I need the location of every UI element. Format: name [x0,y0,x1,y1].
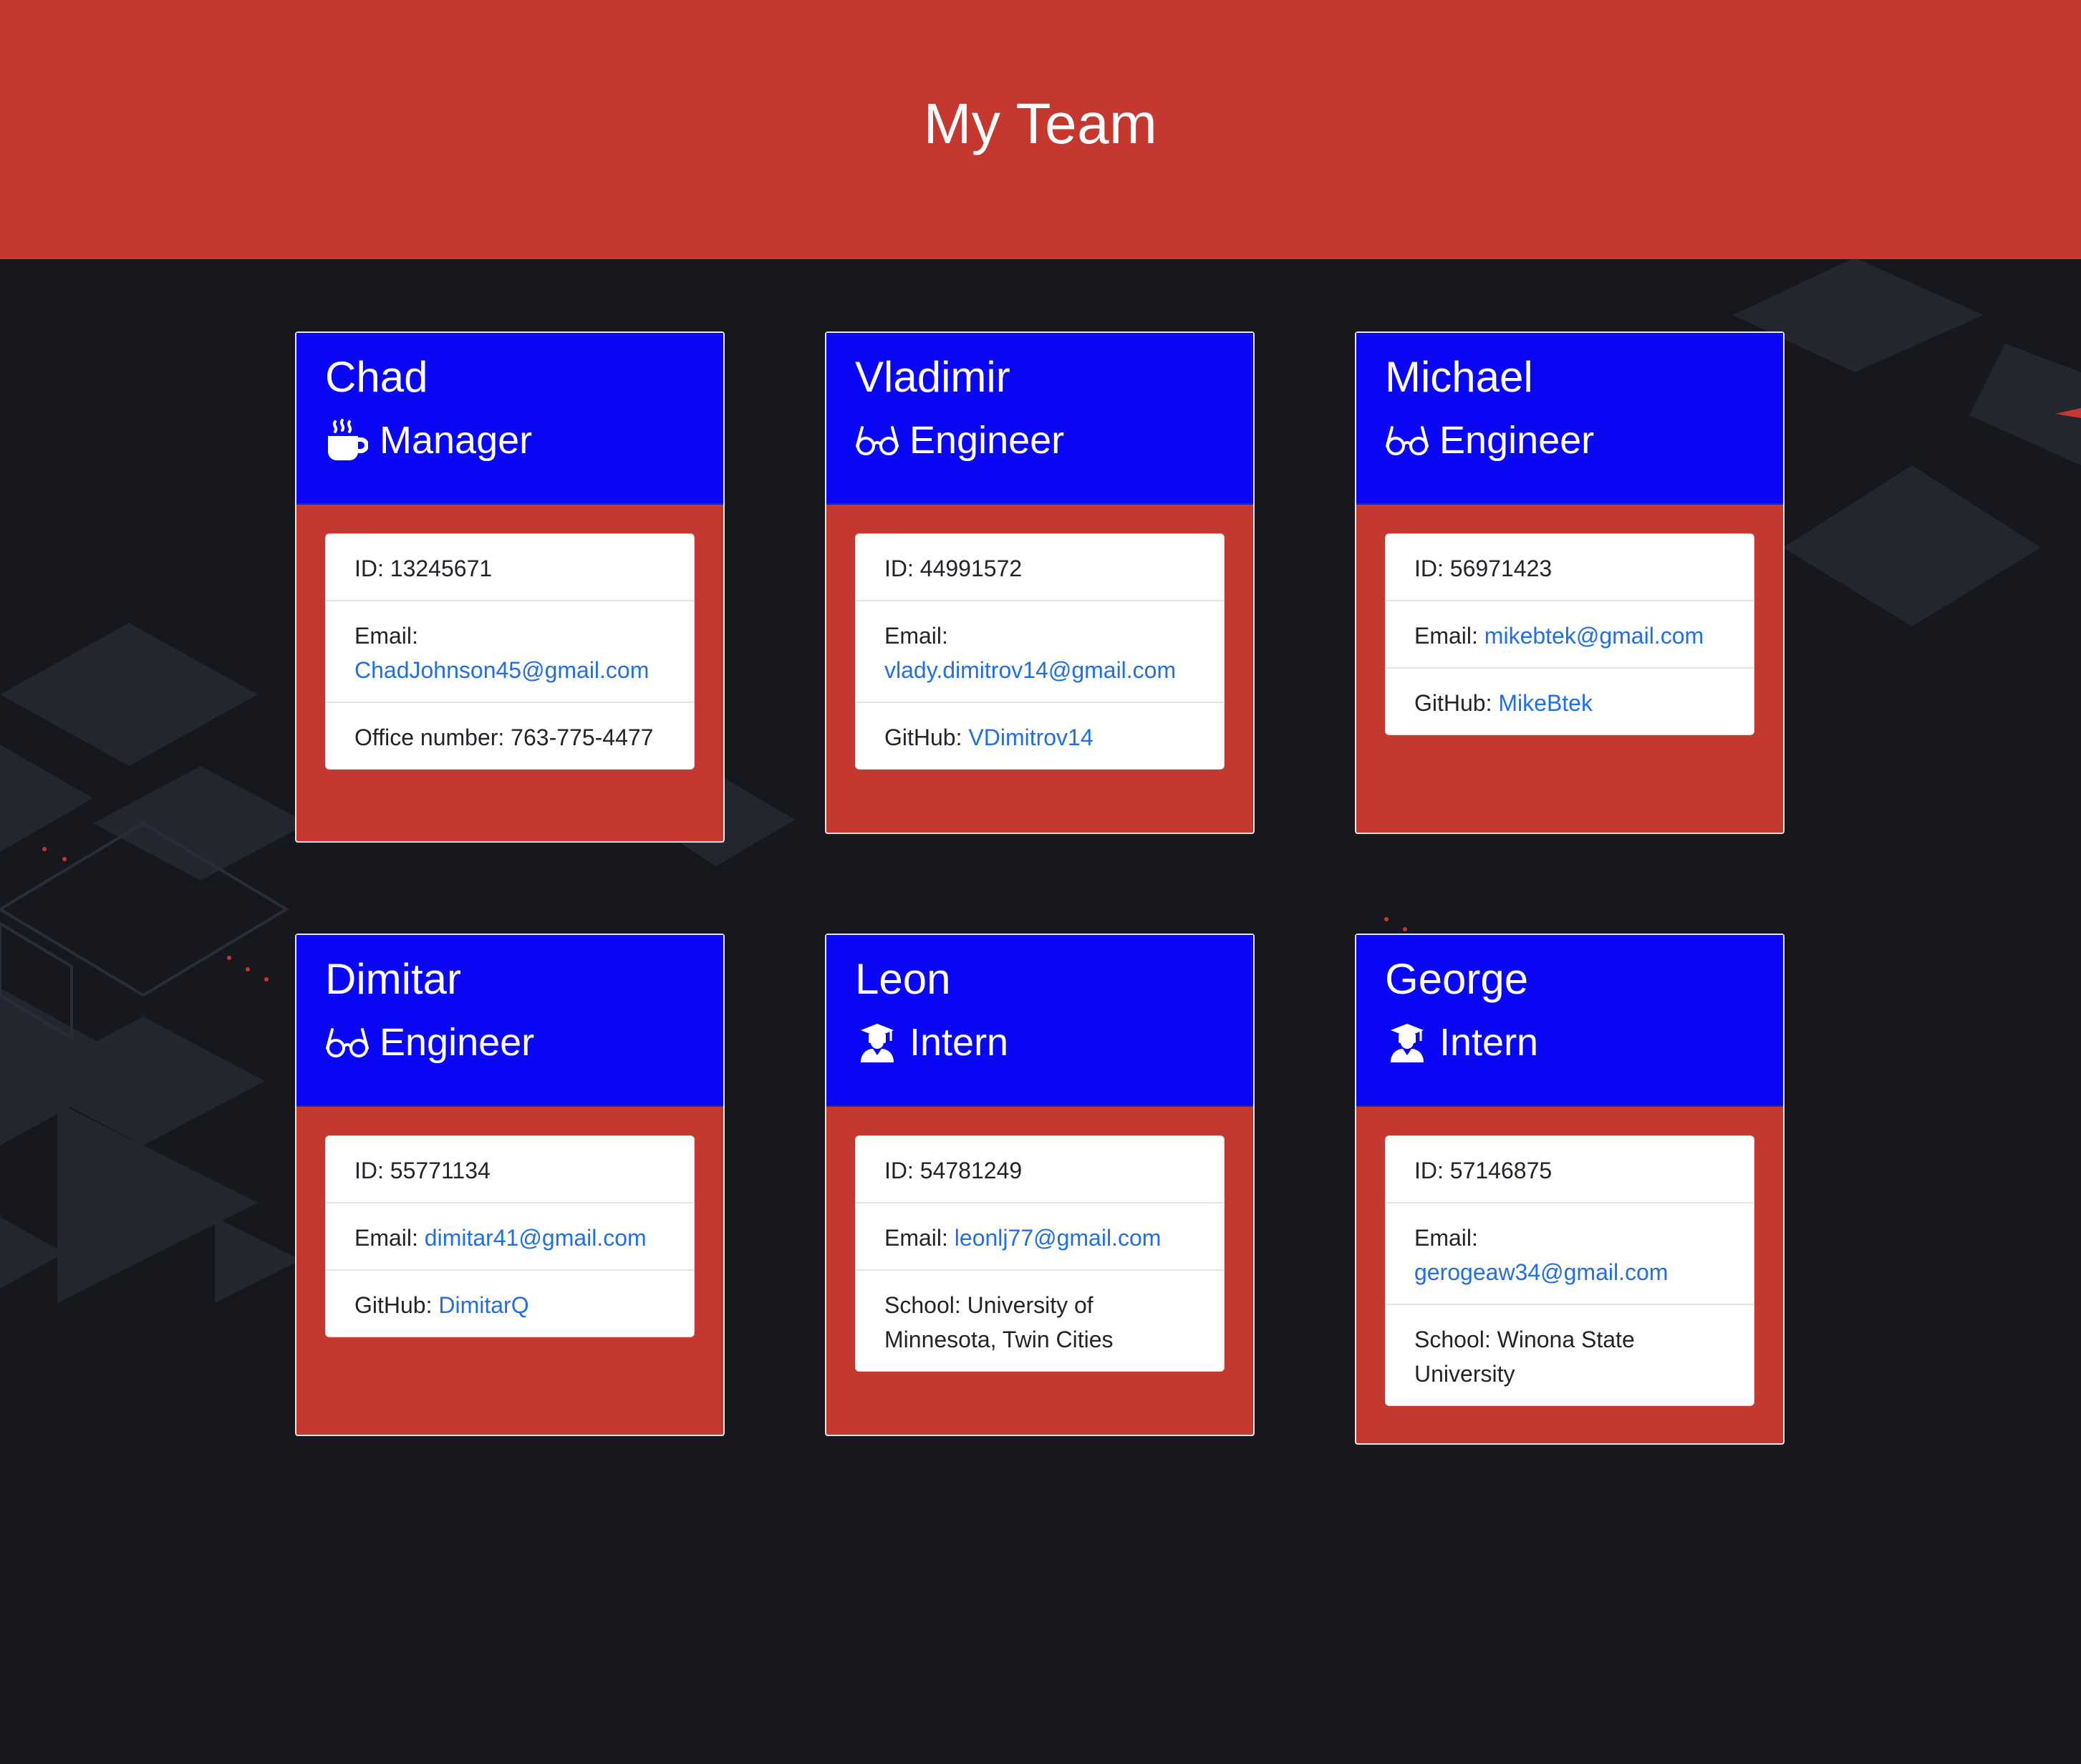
employee-card-intern: Leon Intern ID: 54781249 Email: leonlj77… [825,934,1255,1436]
employee-role: Intern [1385,1019,1783,1065]
card-header: George Intern [1356,935,1783,1107]
glasses-icon [325,1022,370,1062]
employee-name: Vladimir [855,353,1010,401]
employee-role: Engineer [855,417,1253,463]
github-label: GitHub: [354,1292,439,1318]
email-label: Email: [1414,1225,1478,1251]
employee-name: George [1385,955,1529,1003]
role-label: Manager [380,419,533,462]
employee-school: School: Winona State University [1386,1304,1754,1405]
employee-card-manager: Chad Manager ID: 13245671 Email: ChadJoh… [295,331,725,843]
graduate-icon [1385,1022,1429,1062]
email-label: Email: [884,1225,955,1251]
employee-name: Dimitar [325,955,461,1003]
github-link[interactable]: VDimitrov14 [968,724,1093,750]
email-link[interactable]: gerogeaw34@gmail.com [1414,1259,1668,1285]
employee-email: Email: vlady.dimitrov14@gmail.com [856,600,1224,702]
background-decoration [0,258,2081,1303]
card-header: Vladimir Engineer [826,333,1253,505]
employee-id: ID: 56971423 [1414,556,1553,581]
role-label: Intern [909,1021,1009,1064]
graduate-icon [855,1022,899,1062]
email-link[interactable]: dimitar41@gmail.com [425,1225,647,1251]
email-label: Email: [1414,623,1484,649]
github-label: GitHub: [884,724,969,750]
employee-card-engineer: Vladimir Engineer ID: 44991572 Email: vl… [825,331,1255,834]
github-link[interactable]: MikeBtek [1498,690,1593,716]
email-link[interactable]: vlady.dimitrov14@gmail.com [884,657,1176,683]
email-link[interactable]: leonlj77@gmail.com [955,1225,1162,1251]
card-header: Chad Manager [296,333,723,505]
info-list: ID: 56971423 Email: mikebtek@gmail.com G… [1385,533,1754,735]
page-header: My Team [0,0,2081,259]
employee-id: ID: 57146875 [1414,1158,1553,1183]
employee-id: ID: 54781249 [884,1158,1023,1183]
employee-email: Email: leonlj77@gmail.com [856,1202,1224,1269]
info-list: ID: 54781249 Email: leonlj77@gmail.com S… [855,1135,1225,1372]
employee-github: GitHub: VDimitrov14 [856,702,1224,769]
employee-email: Email: ChadJohnson45@gmail.com [326,600,694,702]
employee-card-engineer: Michael Engineer ID: 56971423 Email: mik… [1355,331,1785,834]
employee-github: GitHub: DimitarQ [326,1269,694,1337]
role-label: Engineer [380,1021,535,1064]
employee-school: School: University of Minnesota, Twin Ci… [856,1269,1224,1371]
info-list: ID: 13245671 Email: ChadJohnson45@gmail.… [325,533,695,770]
employee-role: Intern [855,1019,1253,1065]
email-label: Email: [354,1225,425,1251]
email-label: Email: [354,623,418,649]
info-list: ID: 57146875 Email: gerogeaw34@gmail.com… [1385,1135,1754,1406]
glasses-icon [855,420,899,460]
role-label: Engineer [1439,419,1595,462]
employee-card-intern: George Intern ID: 57146875 Email: geroge… [1355,934,1785,1445]
email-link[interactable]: ChadJohnson45@gmail.com [354,657,649,683]
card-header: Leon Intern [826,935,1253,1107]
role-label: Engineer [909,419,1065,462]
employee-role: Manager [325,417,723,463]
card-header: Michael Engineer [1356,333,1783,505]
employee-id: ID: 13245671 [354,556,493,581]
employee-email: Email: gerogeaw34@gmail.com [1386,1202,1754,1304]
employee-github: GitHub: MikeBtek [1386,667,1754,735]
glasses-icon [1385,420,1429,460]
employee-id: ID: 55771134 [354,1158,491,1183]
info-list: ID: 44991572 Email: vlady.dimitrov14@gma… [855,533,1225,770]
employee-role: Engineer [325,1019,723,1065]
office-number: Office number: 763-775-4477 [326,702,694,769]
employee-role: Engineer [1385,417,1783,463]
info-list: ID: 55771134 Email: dimitar41@gmail.com … [325,1135,695,1337]
card-header: Dimitar Engineer [296,935,723,1107]
employee-name: Chad [325,353,428,401]
employee-email: Email: dimitar41@gmail.com [326,1202,694,1269]
page-title: My Team [923,92,1158,155]
employee-name: Leon [855,955,951,1003]
coffee-mug-icon [325,419,370,460]
email-link[interactable]: mikebtek@gmail.com [1484,623,1704,649]
role-label: Intern [1439,1021,1539,1064]
github-label: GitHub: [1414,690,1499,716]
employee-name: Michael [1385,353,1533,401]
github-link[interactable]: DimitarQ [438,1292,528,1318]
employee-email: Email: mikebtek@gmail.com [1386,600,1754,667]
employee-id: ID: 44991572 [884,556,1023,581]
email-label: Email: [884,623,948,649]
employee-card-engineer: Dimitar Engineer ID: 55771134 Email: dim… [295,934,725,1436]
